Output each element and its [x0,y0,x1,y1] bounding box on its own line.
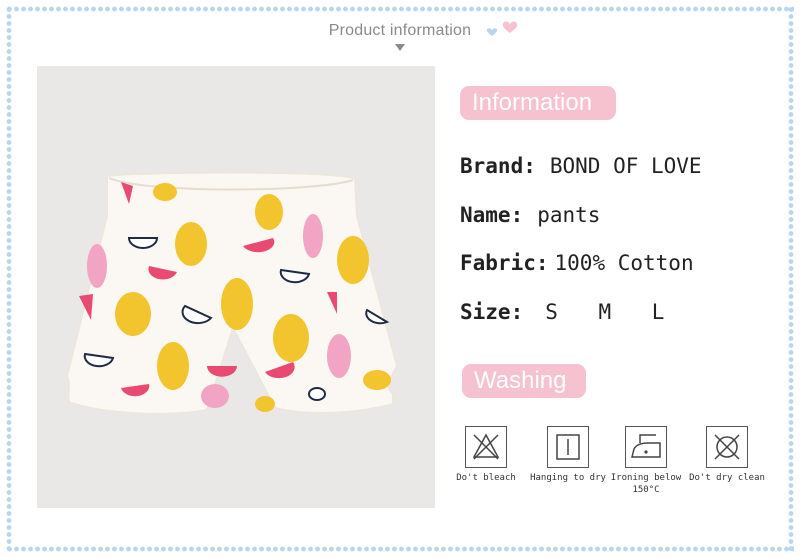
care-label: Hanging to dry [530,473,606,483]
no-dry-clean-icon [706,426,748,468]
fabric-value: 100% Cotton [554,251,694,275]
section-header: Product information [0,20,800,51]
brand-label: Brand: [460,154,536,178]
information-title: Information [460,86,616,120]
care-no-bleach: Do't bleach [441,426,531,484]
washing-title: Washing [462,364,586,398]
brand-value: BOND OF LOVE [549,154,702,178]
iron-icon [625,426,667,468]
border-left [6,6,12,552]
size-value: S M L [545,300,665,324]
spec-name: Name: pants [460,203,600,227]
fabric-label: Fabric: [460,251,549,275]
name-value: pants [537,203,601,227]
spec-size: Size: S M L [460,300,664,324]
care-hang-dry: Hanging to dry [523,426,613,484]
border-top [6,6,794,12]
spec-brand: Brand: BOND OF LOVE [460,154,702,178]
product-photo [37,66,435,508]
down-arrow-icon [395,44,405,51]
care-iron: Ironing below 150°C [601,426,691,496]
size-label: Size: [460,300,524,324]
hearts-icon [486,21,518,36]
header-title: Product information [328,22,472,39]
border-right [788,6,794,552]
border-bottom [6,546,794,552]
care-label: Ironing below 150°C [610,473,682,495]
spec-fabric: Fabric: 100% Cotton [460,251,694,275]
care-label: Do't bleach [456,473,516,483]
name-label: Name: [460,203,524,227]
care-no-dry-clean: Do't dry clean [682,426,772,484]
hang-dry-icon [547,426,589,468]
care-label: Do't dry clean [689,473,765,483]
no-bleach-icon [465,426,507,468]
